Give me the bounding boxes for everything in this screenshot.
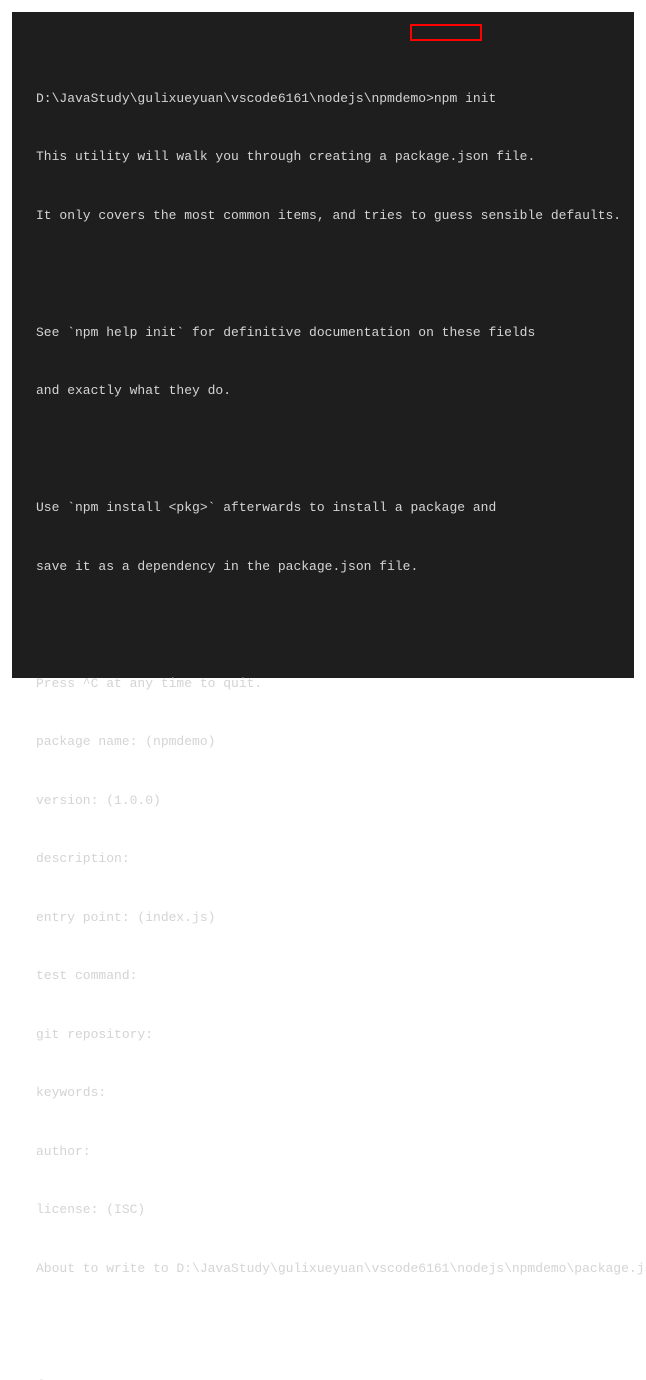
output-line: license: (ISC) bbox=[36, 1200, 610, 1220]
output-line: test command: bbox=[36, 966, 610, 986]
output-line: package name: (npmdemo) bbox=[36, 732, 610, 752]
output-line: This utility will walk you through creat… bbox=[36, 147, 610, 167]
output-line bbox=[36, 1317, 610, 1337]
output-line: { bbox=[36, 1376, 610, 1380]
output-line: entry point: (index.js) bbox=[36, 908, 610, 928]
output-line: author: bbox=[36, 1142, 610, 1162]
output-line bbox=[36, 615, 610, 635]
output-line: About to write to D:\JavaStudy\gulixueyu… bbox=[36, 1259, 610, 1279]
output-line: description: bbox=[36, 849, 610, 869]
output-line: Use `npm install <pkg>` afterwards to in… bbox=[36, 498, 610, 518]
output-line bbox=[36, 440, 610, 460]
output-line: version: (1.0.0) bbox=[36, 791, 610, 811]
output-line: git repository: bbox=[36, 1025, 610, 1045]
output-line: See `npm help init` for definitive docum… bbox=[36, 323, 610, 343]
output-line: and exactly what they do. bbox=[36, 381, 610, 401]
output-line: keywords: bbox=[36, 1083, 610, 1103]
output-line: save it as a dependency in the package.j… bbox=[36, 557, 610, 577]
prompt-path: D:\JavaStudy\gulixueyuan\vscode6161\node… bbox=[36, 91, 434, 106]
command-text: npm init bbox=[434, 91, 496, 106]
output-line bbox=[36, 264, 610, 284]
output-line: Press ^C at any time to quit. bbox=[36, 674, 610, 694]
prompt-line: D:\JavaStudy\gulixueyuan\vscode6161\node… bbox=[36, 89, 610, 109]
terminal-window[interactable]: D:\JavaStudy\gulixueyuan\vscode6161\node… bbox=[12, 12, 634, 678]
command-highlight bbox=[410, 24, 482, 41]
output-line: It only covers the most common items, an… bbox=[36, 206, 610, 226]
